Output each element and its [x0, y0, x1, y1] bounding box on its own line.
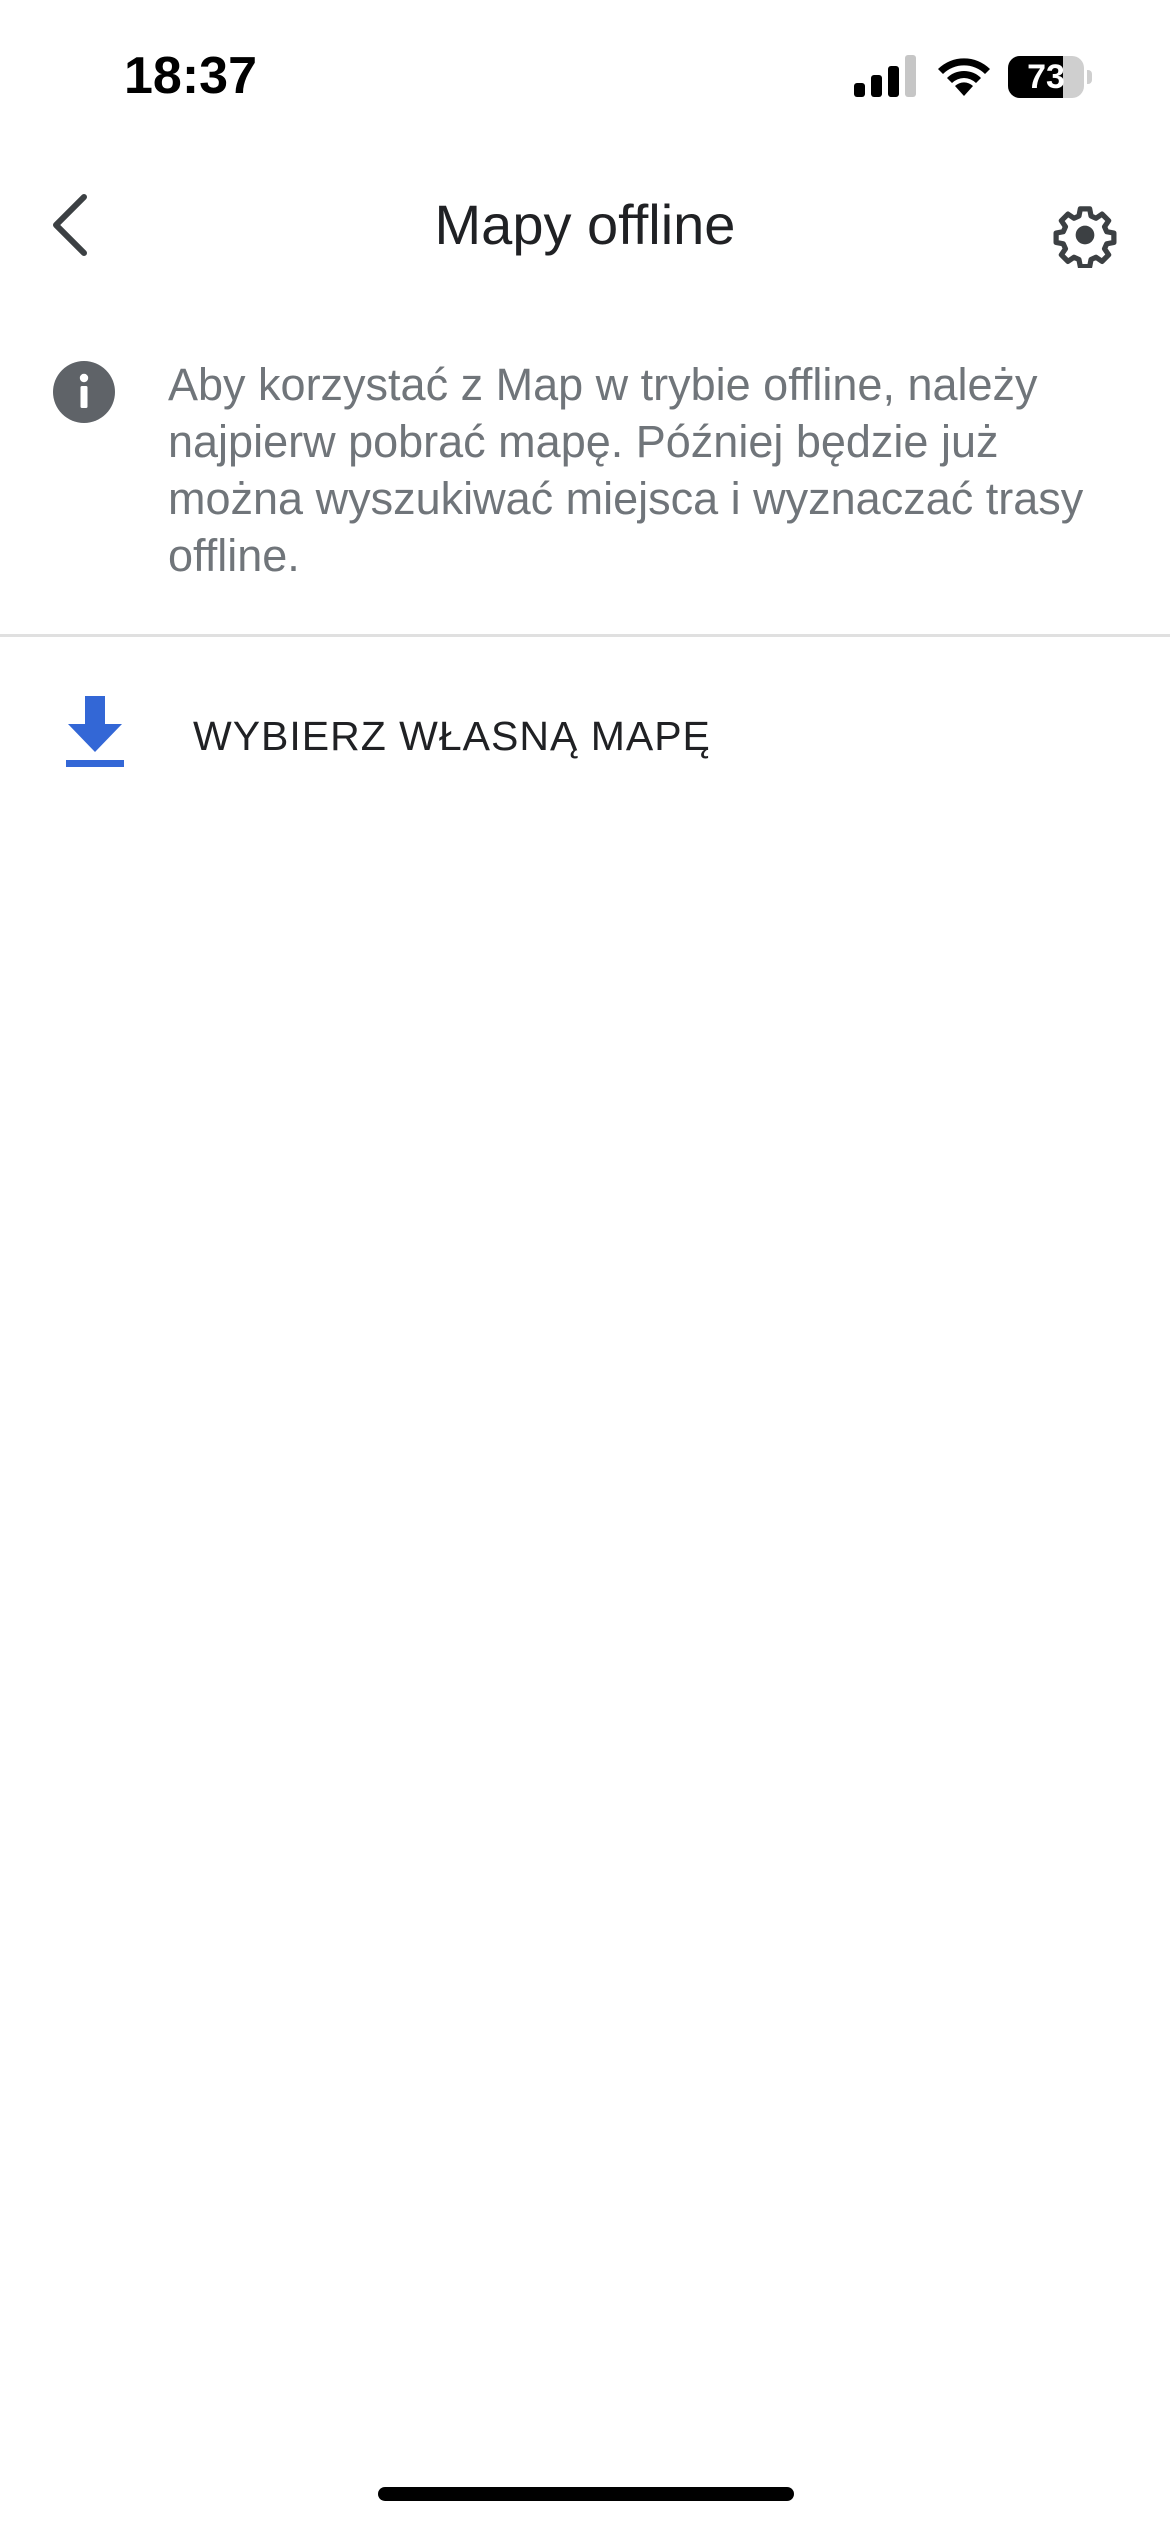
status-bar: 18:37 73	[0, 0, 1170, 150]
download-icon	[66, 696, 124, 767]
settings-button[interactable]	[1040, 190, 1130, 280]
wifi-icon	[938, 58, 990, 96]
offline-info-section: Aby korzystać z Map w trybie offline, na…	[0, 340, 1170, 634]
select-own-map-label: WYBIERZ WŁASNĄ MAPĘ	[193, 713, 711, 759]
battery-cap	[1087, 70, 1092, 84]
offline-info-text: Aby korzystać z Map w trybie offline, na…	[168, 359, 1084, 581]
info-icon	[53, 361, 115, 423]
status-time: 18:37	[124, 47, 257, 105]
gear-icon	[1053, 206, 1117, 268]
battery-percent: 73	[1027, 58, 1065, 96]
select-own-map-button[interactable]: WYBIERZ WŁASNĄ MAPĘ	[0, 660, 1170, 810]
section-divider	[0, 634, 1170, 637]
home-indicator[interactable]	[378, 2487, 794, 2501]
cellular-signal-icon	[854, 55, 916, 97]
battery-indicator: 73	[1008, 56, 1092, 98]
app-header: Mapy offline	[0, 160, 1170, 290]
battery-body: 73	[1008, 56, 1084, 98]
page-title: Mapy offline	[434, 193, 736, 256]
